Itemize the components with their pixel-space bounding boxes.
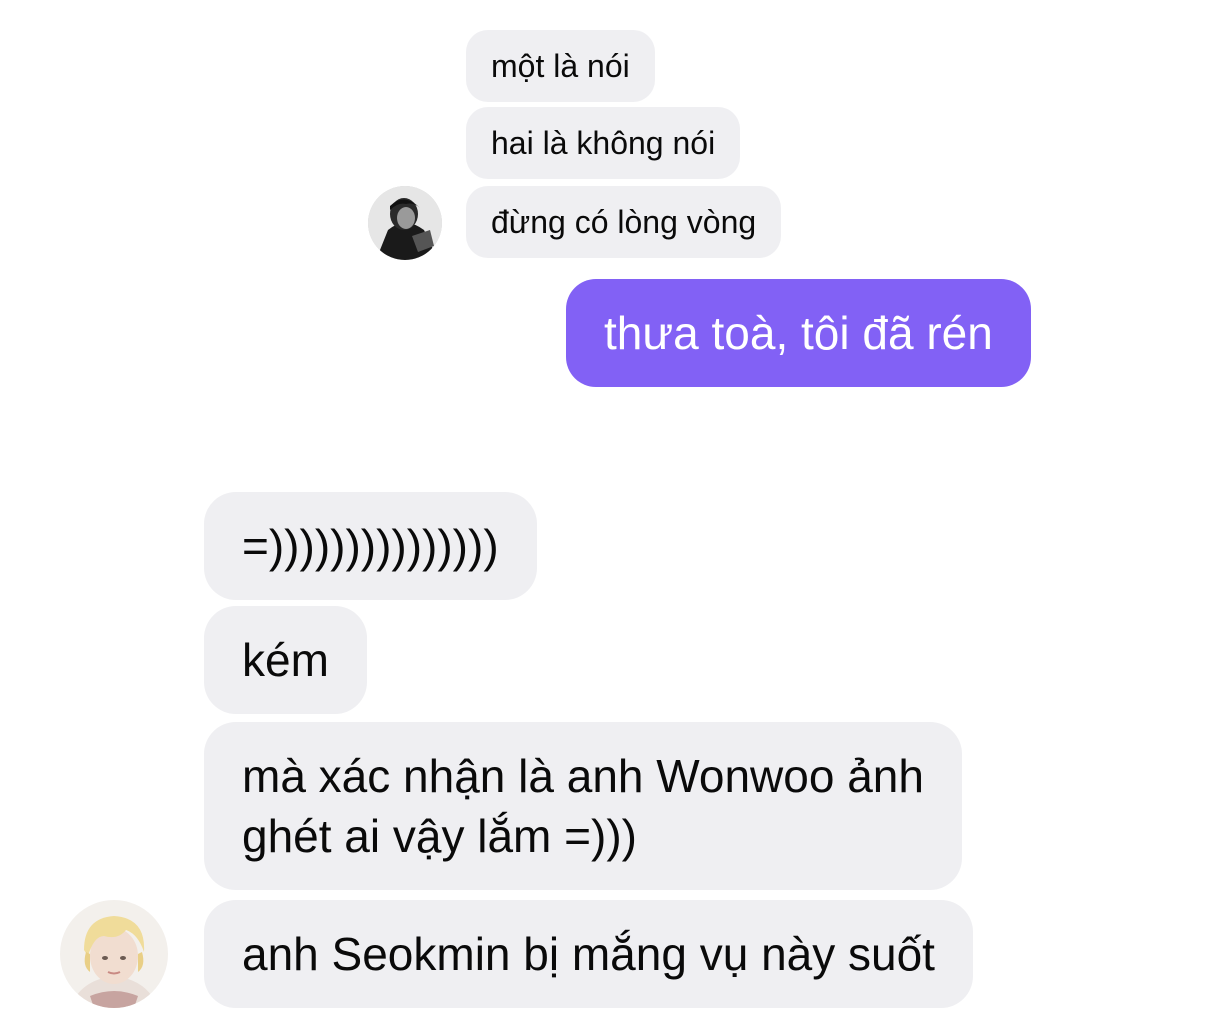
message-bubble-3[interactable]: đừng có lòng vòng — [466, 186, 782, 258]
message-text: đừng có lòng vòng — [491, 204, 757, 240]
message-text-line-2: ghét ai vậy lắm =))) — [242, 810, 637, 862]
message-text: =))))))))))))))) — [242, 520, 499, 572]
avatar-photo-icon — [60, 900, 168, 1008]
message-text-line-1: mà xác nhận là anh Wonwoo ảnh — [242, 750, 924, 802]
message-bubble-6[interactable]: kém — [204, 606, 367, 714]
message-text: anh Seokmin bị mắng vụ này suốt — [242, 928, 935, 980]
message-text: một là nói — [491, 48, 630, 84]
sender-avatar[interactable] — [60, 900, 168, 1008]
message-bubble-2[interactable]: hai là không nói — [466, 107, 741, 179]
sender-avatar[interactable] — [368, 186, 442, 260]
message-bubble-8[interactable]: anh Seokmin bị mắng vụ này suốt — [204, 900, 973, 1008]
message-bubble-7[interactable]: mà xác nhận là anh Wonwoo ảnh ghét ai vậ… — [204, 722, 962, 890]
message-text: thưa toà, tôi đã rén — [604, 307, 993, 359]
avatar-photo-icon — [368, 186, 442, 260]
message-text: hai là không nói — [491, 125, 716, 161]
message-bubble-5[interactable]: =))))))))))))))) — [204, 492, 537, 600]
outgoing-message-bubble[interactable]: thưa toà, tôi đã rén — [566, 279, 1031, 387]
message-text: kém — [242, 634, 329, 686]
message-bubble-1[interactable]: một là nói — [466, 30, 655, 102]
